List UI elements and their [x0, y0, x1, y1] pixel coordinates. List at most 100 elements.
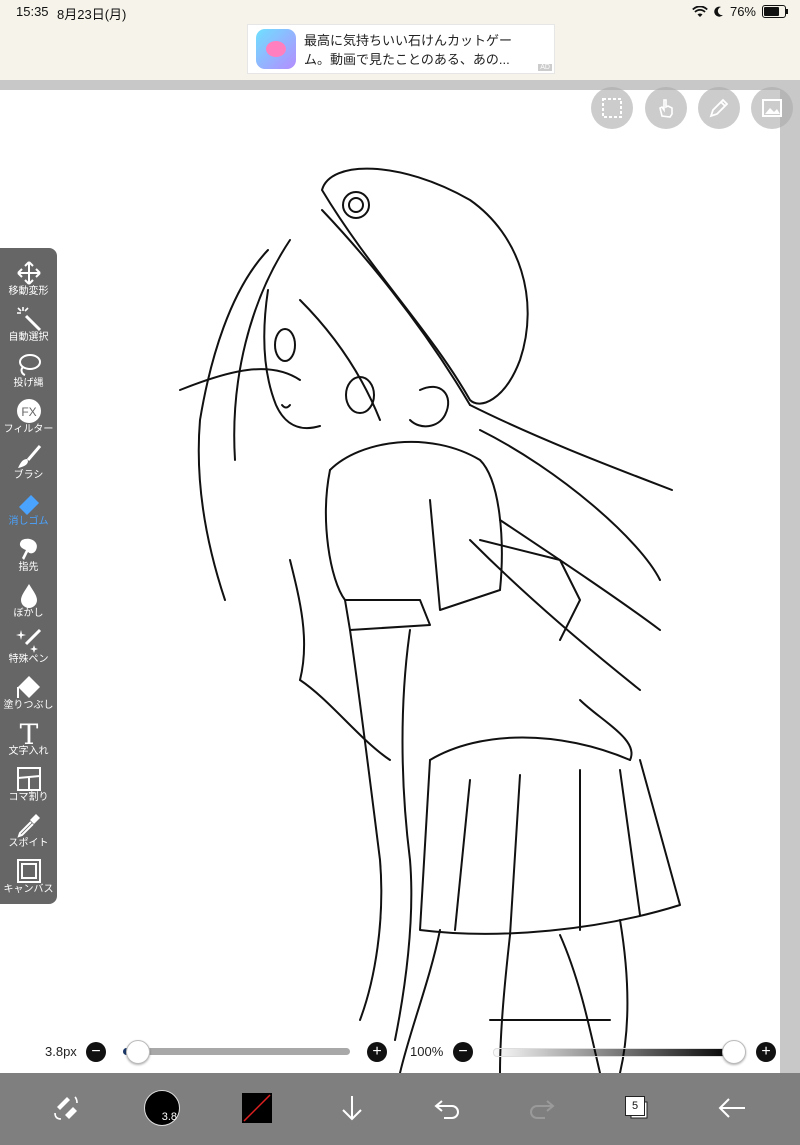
- tool-canvas[interactable]: キャンバス: [0, 854, 57, 900]
- wifi-icon: [692, 5, 708, 17]
- brush-size-badge: 3.8: [161, 1111, 177, 1123]
- tool-label: 文字入れ: [8, 746, 49, 757]
- pen-settings-button[interactable]: [698, 87, 740, 129]
- back-button[interactable]: [707, 1083, 757, 1133]
- ad-text-line2[interactable]: ム。動画で見たことのある、あの...: [304, 49, 510, 68]
- tool-special-pen[interactable]: 特殊ペン: [0, 624, 57, 670]
- undo-button[interactable]: [422, 1083, 472, 1133]
- battery-percent: 76%: [729, 4, 756, 19]
- canvas-scroll-area[interactable]: [780, 90, 800, 1073]
- tool-label: 消しゴム: [8, 516, 49, 527]
- move-icon: [16, 261, 41, 285]
- brush-size-knob[interactable]: [125, 1040, 150, 1064]
- tool-label: キャンバス: [3, 884, 54, 895]
- tool-label: コマ割り: [8, 792, 49, 803]
- tool-label: ぼかし: [13, 608, 44, 619]
- tool-blur[interactable]: ぼかし: [0, 578, 57, 624]
- selection-icon: [602, 98, 622, 118]
- blur-drop-icon: [20, 584, 37, 608]
- tool-label: フィルター: [3, 424, 54, 435]
- color-picker-button[interactable]: [232, 1083, 282, 1133]
- opacity-label: 100%: [410, 1044, 444, 1059]
- tool-smudge[interactable]: 指先: [0, 532, 57, 578]
- bottom-toolbar: 3.8 5: [0, 1073, 800, 1145]
- canvas-top-border: [0, 80, 800, 90]
- redo-button[interactable]: [517, 1083, 567, 1133]
- layer-count: 5: [625, 1096, 645, 1116]
- opacity-decrease-button[interactable]: −: [453, 1042, 473, 1062]
- canvas-icon: [16, 859, 41, 883]
- frame-divider-icon: [16, 767, 41, 791]
- fill-icon: [16, 676, 40, 698]
- tool-text[interactable]: T 文字入れ: [0, 716, 57, 762]
- status-date: 8月23日(月): [57, 7, 127, 22]
- brush-size-track[interactable]: [123, 1048, 350, 1055]
- minus-icon: −: [458, 1043, 468, 1060]
- tool-frame-divider[interactable]: コマ割り: [0, 762, 57, 808]
- color-swatch-icon: [242, 1093, 272, 1123]
- tool-label: ブラシ: [13, 470, 44, 481]
- tool-label: 塗りつぶし: [3, 700, 54, 711]
- import-button[interactable]: [327, 1083, 377, 1133]
- hand-gesture-icon: [659, 99, 673, 118]
- eyedropper-icon: [16, 814, 40, 838]
- status-bar: 15:35 8月23日(月) 76%: [0, 0, 800, 24]
- ad-banner[interactable]: 最高に気持ちいい石けんカットゲー ム。動画で見たことのある、あの... AD: [247, 24, 555, 74]
- fx-icon: FX: [16, 399, 41, 423]
- tool-eyedropper[interactable]: スポイト: [0, 808, 57, 854]
- ad-text-line1[interactable]: 最高に気持ちいい石けんカットゲー: [304, 30, 512, 49]
- arrow-down-icon: [342, 1096, 362, 1121]
- brush-size-increase-button[interactable]: +: [367, 1042, 387, 1062]
- tool-label: 投げ縄: [13, 378, 44, 389]
- character-lineart: [179, 167, 681, 1074]
- status-right: 76%: [692, 4, 788, 19]
- arrow-left-icon: [718, 1098, 745, 1118]
- tool-lasso[interactable]: 投げ縄: [0, 348, 57, 394]
- drawing-canvas[interactable]: [0, 90, 780, 1074]
- tool-label: 特殊ペン: [8, 654, 49, 665]
- brush-size-label: 3.8px: [45, 1044, 77, 1059]
- opacity-increase-button[interactable]: +: [756, 1042, 776, 1062]
- tool-label: 指先: [18, 562, 39, 573]
- quick-menu-button[interactable]: [41, 1083, 91, 1133]
- selection-button[interactable]: [591, 87, 633, 129]
- hand-gesture-button[interactable]: [645, 87, 687, 129]
- status-time: 15:35: [16, 4, 49, 19]
- opacity-knob[interactable]: [722, 1040, 746, 1064]
- undo-icon: [434, 1100, 459, 1119]
- tool-label: スポイト: [8, 838, 49, 849]
- tool-brush[interactable]: ブラシ: [0, 440, 57, 486]
- gallery-icon: [762, 99, 782, 117]
- gallery-button[interactable]: [751, 87, 793, 129]
- tool-auto-select[interactable]: 自動選択: [0, 302, 57, 348]
- pen-settings-icon: [709, 98, 729, 118]
- brush-size-decrease-button[interactable]: −: [86, 1042, 106, 1062]
- tool-fill[interactable]: 塗りつぶし: [0, 670, 57, 716]
- ad-tag: AD: [538, 64, 552, 71]
- text-icon: T: [19, 720, 38, 746]
- tool-eraser[interactable]: 消しゴム: [0, 486, 57, 532]
- redo-icon: [530, 1100, 555, 1119]
- layers-button[interactable]: 5: [612, 1083, 662, 1133]
- tool-label: 自動選択: [8, 332, 49, 343]
- tool-move-transform[interactable]: 移動変形: [0, 256, 57, 302]
- battery-icon: [762, 5, 788, 18]
- moon-icon: [714, 6, 723, 17]
- brush-size-preview: 3.8: [144, 1090, 180, 1126]
- opacity-track[interactable]: [493, 1048, 735, 1057]
- fx-text: FX: [21, 405, 36, 419]
- magic-wand-icon: [16, 307, 41, 332]
- pen-eraser-switch-icon: [54, 1096, 78, 1120]
- minus-icon: −: [91, 1043, 101, 1060]
- tool-filter[interactable]: FX フィルター: [0, 394, 57, 440]
- eraser-icon: [18, 495, 39, 515]
- ad-app-icon[interactable]: [256, 29, 296, 69]
- text-glyph: T: [19, 720, 38, 746]
- brush-size-slider-row: 3.8px − +: [0, 1040, 400, 1064]
- lasso-icon: [18, 354, 41, 376]
- tool-label: 移動変形: [8, 286, 49, 297]
- plus-icon: +: [761, 1043, 771, 1060]
- opacity-slider-row: 100% − +: [400, 1040, 800, 1064]
- ad-bar: 最高に気持ちいい石けんカットゲー ム。動画で見たことのある、あの... AD: [0, 24, 800, 81]
- brush-size-preview-button[interactable]: 3.8: [137, 1083, 187, 1133]
